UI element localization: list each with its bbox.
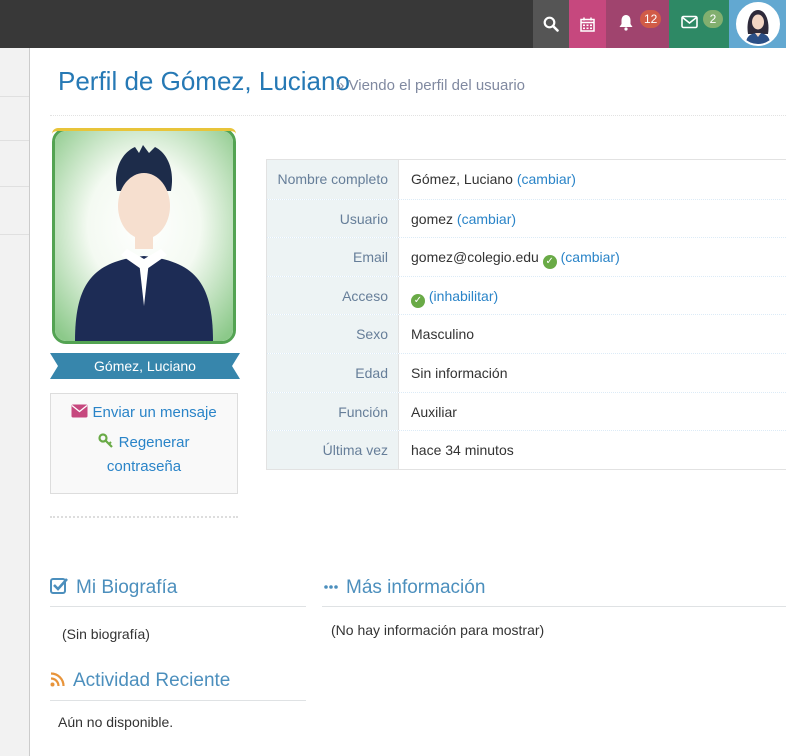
profile-picture-accent (52, 128, 236, 134)
change-email-link[interactable]: (cambiar) (561, 249, 620, 265)
biography-title-text: Mi Biografía (76, 577, 178, 598)
calendar-icon (580, 17, 595, 32)
key-icon (98, 433, 114, 448)
info-row-fullname: Nombre completo Gómez, Luciano (cambiar) (267, 160, 786, 199)
search-icon (543, 16, 559, 32)
sex-value: Masculino (411, 326, 475, 343)
profile-info-table: Nombre completo Gómez, Luciano (cambiar)… (266, 159, 786, 470)
info-row-sex: Sexo Masculino (267, 314, 786, 353)
checkbox-icon (50, 578, 68, 594)
more-info-body: (No hay información para mostrar) (331, 622, 545, 638)
more-info-divider (322, 606, 786, 607)
activity-title: Actividad Reciente (50, 670, 230, 692)
biography-body: (Sin biografía) (62, 626, 150, 642)
regenerate-password-label: Regenerar contraseña (106, 434, 190, 475)
user-menu-button[interactable] (729, 0, 786, 48)
send-message-link[interactable]: Enviar un mensaje (51, 404, 237, 421)
info-row-username: Usuario gomez (cambiar) (267, 198, 786, 238)
profile-picture (52, 128, 236, 344)
change-fullname-link[interactable]: (cambiar) (517, 171, 576, 187)
info-label: Usuario (267, 199, 399, 238)
biography-title: Mi Biografía (50, 577, 177, 599)
notifications-button[interactable]: 12 (606, 0, 669, 48)
check-circle-icon: ✓ (411, 293, 425, 308)
age-value: Sin información (411, 364, 508, 381)
left-divider (50, 516, 238, 518)
email-value: gomez@colegio.edu (411, 249, 539, 266)
send-message-label: Enviar un mensaje (92, 404, 217, 421)
envelope-icon (681, 15, 698, 29)
search-button[interactable] (533, 0, 569, 48)
disable-access-link[interactable]: (inhabilitar) (429, 288, 498, 304)
envelope-icon (71, 404, 88, 418)
more-info-title-text: Más información (346, 577, 486, 598)
info-row-email: Email gomez@colegio.edu ✓ (cambiar) (267, 237, 786, 276)
biography-divider (50, 606, 306, 607)
notifications-count-badge: 12 (640, 10, 662, 28)
messages-button[interactable]: 2 (669, 0, 729, 48)
info-label: Acceso (267, 276, 399, 315)
info-label: Nombre completo (267, 160, 399, 199)
fullname-value: Gómez, Luciano (411, 171, 513, 187)
regenerate-password-link[interactable]: Regenerar contraseña (51, 431, 237, 479)
page-title: Perfil de Gómez, Luciano (58, 66, 350, 96)
info-value: gomez (cambiar) (399, 200, 786, 238)
info-row-access: Acceso ✓ (inhabilitar) (267, 275, 786, 315)
info-label: Última vez (267, 431, 399, 469)
profile-actions: Enviar un mensaje Regenerar contraseña (50, 393, 238, 494)
role-value: Auxiliar (411, 403, 457, 420)
messages-count-badge: 2 (703, 10, 723, 28)
profile-name-ribbon: Gómez, Luciano (50, 353, 240, 379)
info-row-role: Función Auxiliar (267, 391, 786, 431)
info-label: Sexo (267, 315, 399, 353)
top-navbar: 12 2 (0, 0, 786, 48)
avatar (735, 2, 780, 46)
activity-body: Aún no disponible. (58, 714, 174, 730)
header-divider (50, 115, 786, 116)
info-value: gomez@colegio.edu ✓ (cambiar) (399, 238, 786, 276)
info-label: Función (267, 392, 399, 431)
change-username-link[interactable]: (cambiar) (457, 211, 516, 227)
bell-icon (619, 15, 633, 31)
rss-icon (50, 672, 65, 687)
info-label: Edad (267, 353, 399, 392)
calendar-button[interactable] (569, 0, 606, 48)
info-label: Email (267, 238, 399, 276)
check-circle-icon: ✓ (542, 255, 557, 270)
last-seen-value: hace 34 minutos (411, 442, 514, 459)
info-row-last-seen: Última vez hace 34 minutos (267, 430, 786, 469)
activity-title-text: Actividad Reciente (73, 670, 231, 691)
ellipsis-icon (324, 585, 338, 589)
sidebar-collapsed[interactable] (0, 48, 30, 756)
info-value: ✓ (inhabilitar) (399, 277, 786, 315)
username-value: gomez (411, 210, 454, 227)
info-row-age: Edad Sin información (267, 352, 786, 392)
page-subtitle: » Viendo el perfil del usuario (336, 77, 526, 94)
activity-divider (50, 700, 306, 701)
more-info-title: Más información (324, 577, 485, 599)
info-value: Gómez, Luciano (cambiar) (399, 160, 786, 199)
